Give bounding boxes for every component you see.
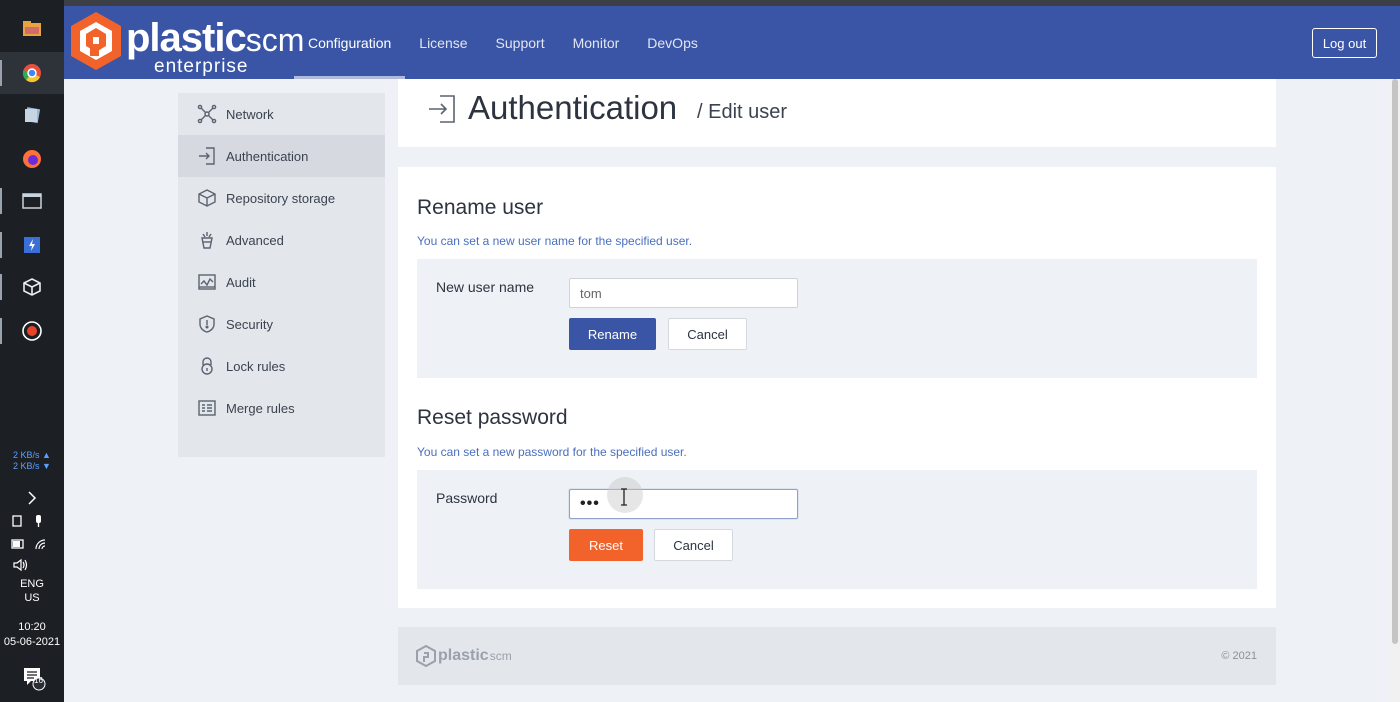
firefox-icon[interactable]: [0, 138, 64, 180]
nav-monitor[interactable]: Monitor: [559, 6, 634, 79]
new-user-name-label: New user name: [436, 279, 535, 295]
reset-cancel-button[interactable]: Cancel: [654, 529, 733, 561]
text-cursor-icon: [621, 488, 627, 506]
clock-date: 05-06-2021: [3, 636, 61, 648]
download-speed: 2 KB/s ▼: [13, 461, 51, 471]
sidebar-item-security[interactable]: Security: [178, 303, 385, 345]
copyright: © 2021: [1221, 650, 1257, 662]
nav-license[interactable]: License: [405, 6, 481, 79]
cube-icon: [196, 187, 218, 209]
password-input[interactable]: •••: [569, 489, 798, 519]
language-indicator[interactable]: ENG US: [0, 578, 64, 604]
merge-rules-icon: [196, 397, 218, 419]
rename-user-description: You can set a new user name for the spec…: [417, 234, 693, 248]
rename-button[interactable]: Rename: [569, 318, 656, 350]
new-user-name-input[interactable]: tom: [569, 278, 798, 308]
plastic-logo-icon: [416, 645, 436, 667]
chevron-right-icon[interactable]: [0, 491, 64, 508]
page-footer: plastic scm © 2021: [398, 627, 1276, 685]
file-explorer-icon[interactable]: [0, 8, 64, 50]
notebook-app-icon[interactable]: [0, 94, 64, 136]
logout-button[interactable]: Log out: [1312, 28, 1377, 58]
lock-icon: [196, 355, 218, 377]
clock[interactable]: 10:20 05-06-2021: [0, 621, 64, 648]
rename-user-form: New user name tom Rename Cancel: [417, 259, 1257, 378]
sidebar-item-label: Repository storage: [226, 190, 336, 206]
terminal-icon[interactable]: [0, 180, 64, 222]
sidebar-item-network[interactable]: Network: [178, 93, 385, 135]
shield-icon: [196, 313, 218, 335]
brand-name: plasticscm: [126, 16, 305, 60]
sidebar-item-label: Lock rules: [226, 358, 286, 374]
page-title: Authentication: [468, 89, 678, 126]
sidebar-item-label: Merge rules: [226, 400, 295, 416]
plastic-logo-icon: [71, 12, 121, 70]
sidebar-item-label: Advanced: [226, 232, 284, 248]
advanced-icon: [196, 229, 218, 251]
sidebar-item-label: Network: [226, 106, 274, 122]
chrome-icon[interactable]: [0, 52, 64, 94]
screen-recorder-icon[interactable]: [0, 310, 64, 352]
edit-user-card: Rename user You can set a new user name …: [398, 167, 1276, 608]
sidebar-item-label: Audit: [226, 274, 256, 290]
config-sidebar: Network Authentication Repository storag…: [178, 93, 385, 457]
rename-cancel-button[interactable]: Cancel: [668, 318, 747, 350]
sidebar-item-advanced[interactable]: Advanced: [178, 219, 385, 261]
virtualbox-icon[interactable]: [0, 266, 64, 308]
sidebar-item-lock-rules[interactable]: Lock rules: [178, 345, 385, 387]
nav-support[interactable]: Support: [482, 6, 559, 79]
sidebar-item-repository-storage[interactable]: Repository storage: [178, 177, 385, 219]
tray-icons-row-2: [0, 537, 64, 554]
reset-button[interactable]: Reset: [569, 529, 643, 561]
password-label: Password: [436, 490, 498, 506]
tray-icons-row-1: [0, 514, 64, 531]
sign-in-icon: [426, 93, 458, 130]
upload-speed: 2 KB/s ▲: [13, 450, 51, 460]
footer-logo: plastic scm: [416, 645, 512, 667]
app-header: plasticscm enterprise Configuration Lice…: [64, 6, 1400, 79]
nav-devops[interactable]: DevOps: [633, 6, 712, 79]
reset-password-form: Password ••• Reset Cancel: [417, 470, 1257, 589]
page-scrollbar[interactable]: [1390, 79, 1400, 702]
notification-count: 16: [34, 676, 43, 685]
sidebar-item-authentication[interactable]: Authentication: [178, 135, 385, 177]
power-automate-icon[interactable]: [0, 224, 64, 266]
notification-center-icon[interactable]: 16: [0, 667, 64, 691]
plastic-scm-logo[interactable]: plasticscm enterprise: [68, 10, 304, 77]
brand-edition: enterprise: [154, 56, 249, 77]
network-icon: [196, 103, 218, 125]
windows-taskbar: 2 KB/s ▲ 2 KB/s ▼ ENG US 10:20 05-06-202…: [0, 0, 64, 702]
page-subtitle: / Edit user: [697, 101, 788, 123]
sidebar-item-label: Authentication: [226, 148, 309, 164]
page-header-card: Authentication / Edit user: [398, 79, 1276, 147]
sidebar-item-merge-rules[interactable]: Merge rules: [178, 387, 385, 429]
sidebar-item-audit[interactable]: Audit: [178, 261, 385, 303]
sidebar-item-label: Security: [226, 316, 273, 332]
nav-configuration[interactable]: Configuration: [294, 6, 406, 79]
volume-icon[interactable]: [0, 558, 64, 575]
region-label: US: [24, 592, 40, 604]
rename-user-heading: Rename user: [417, 196, 544, 219]
network-speed: 2 KB/s ▲ 2 KB/s ▼: [0, 450, 64, 472]
scrollbar-thumb[interactable]: [1392, 79, 1398, 644]
sign-in-icon: [196, 145, 218, 167]
main-nav: Configuration License Support Monitor De…: [294, 6, 712, 79]
reset-password-description: You can set a new password for the speci…: [417, 445, 687, 459]
audit-icon: [196, 271, 218, 293]
language-label: ENG: [20, 578, 44, 590]
reset-password-heading: Reset password: [417, 406, 568, 429]
clock-time: 10:20: [18, 621, 46, 633]
